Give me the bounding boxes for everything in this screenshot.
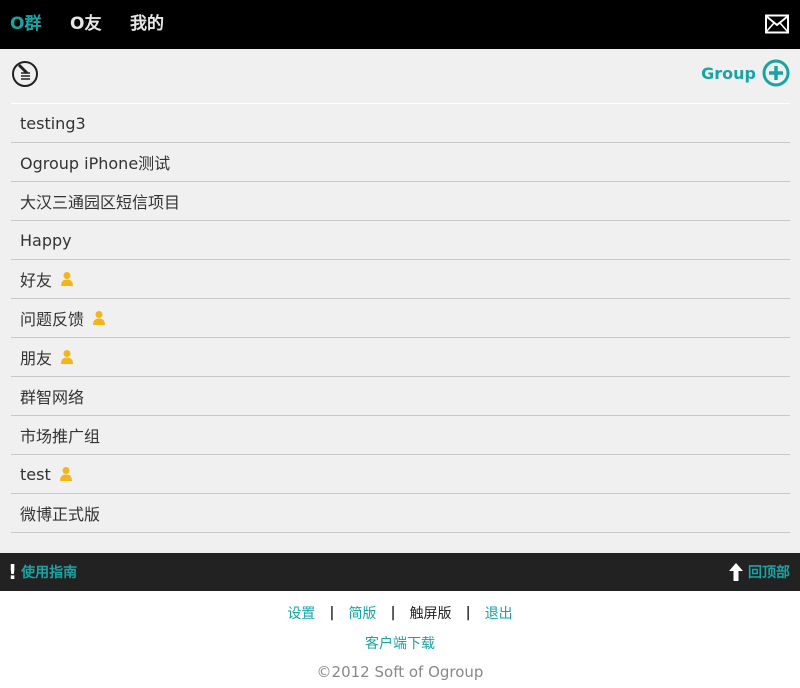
group-list: testing3 Ogroup iPhone测试 大汉三通园区短信项目 Happ… xyxy=(11,103,790,533)
person-icon xyxy=(61,350,74,364)
group-row[interactable]: test xyxy=(11,455,790,494)
client-download-link[interactable]: 客户端下载 xyxy=(0,633,800,653)
group-row[interactable]: 问题反馈 xyxy=(11,299,790,338)
group-row[interactable]: Ogroup iPhone测试 xyxy=(11,143,790,182)
plus-circle-icon xyxy=(762,59,790,87)
group-row[interactable]: testing3 xyxy=(11,104,790,143)
arrow-up-icon xyxy=(729,563,743,581)
group-name: Happy xyxy=(20,230,72,250)
footer: 设置 | 简版 | 触屏版 | 退出 客户端下载 ©2012 Soft of O… xyxy=(0,591,800,688)
group-name: Ogroup iPhone测试 xyxy=(20,154,171,173)
group-list-panel: Group testing3 Ogroup iPhone测试 大汉三通园区短信项… xyxy=(0,49,800,553)
group-row[interactable]: 市场推广组 xyxy=(11,416,790,455)
tab-mine[interactable]: 我的 xyxy=(130,13,164,35)
group-name: 好友 xyxy=(20,271,53,290)
group-name: 市场推广组 xyxy=(20,427,101,446)
group-row[interactable]: 朋友 xyxy=(11,338,790,377)
settings-link[interactable]: 设置 xyxy=(287,603,315,623)
separator: | xyxy=(465,605,471,621)
logout-link[interactable]: 退出 xyxy=(485,603,513,623)
person-icon xyxy=(93,311,106,325)
user-guide-label: 使用指南 xyxy=(21,565,78,581)
new-group-button[interactable]: Group xyxy=(701,59,790,87)
person-icon xyxy=(61,272,74,286)
simple-version-link[interactable]: 简版 xyxy=(348,603,376,623)
group-name: 大汉三通园区短信项目 xyxy=(20,193,181,212)
group-row[interactable]: 好友 xyxy=(11,260,790,299)
group-row[interactable]: 群智网络 xyxy=(11,377,790,416)
group-name: 问题反馈 xyxy=(20,310,85,329)
note-list-icon[interactable] xyxy=(11,60,39,88)
tab-o-friends[interactable]: O友 xyxy=(70,13,101,35)
person-icon xyxy=(59,467,72,481)
mail-icon[interactable] xyxy=(765,14,789,34)
separator: | xyxy=(329,605,335,621)
group-name: 微博正式版 xyxy=(20,505,101,524)
footer-nav: 设置 | 简版 | 触屏版 | 退出 xyxy=(0,603,800,623)
back-to-top-link[interactable]: 回顶部 xyxy=(728,553,790,591)
separator: | xyxy=(390,605,396,621)
group-name: testing3 xyxy=(20,113,86,133)
bottom-bar: ! 使用指南 回顶部 xyxy=(0,553,800,591)
group-name: test xyxy=(20,464,51,484)
tab-o-groups[interactable]: O群 xyxy=(10,13,41,35)
touch-version-label: 触屏版 xyxy=(409,606,452,622)
exclamation-icon: ! xyxy=(8,560,18,584)
user-guide-link[interactable]: ! 使用指南 xyxy=(8,553,77,591)
back-to-top-label: 回顶部 xyxy=(748,565,790,581)
copyright-text: ©2012 Soft of Ogroup xyxy=(316,663,484,681)
group-name: 群智网络 xyxy=(20,388,85,407)
group-row[interactable]: 微博正式版 xyxy=(11,494,790,533)
group-row[interactable]: Happy xyxy=(11,221,790,260)
group-name: 朋友 xyxy=(20,349,53,368)
new-group-label: Group xyxy=(701,63,756,83)
top-navigation-bar: O群 O友 我的 xyxy=(0,0,800,49)
group-row[interactable]: 大汉三通园区短信项目 xyxy=(11,182,790,221)
